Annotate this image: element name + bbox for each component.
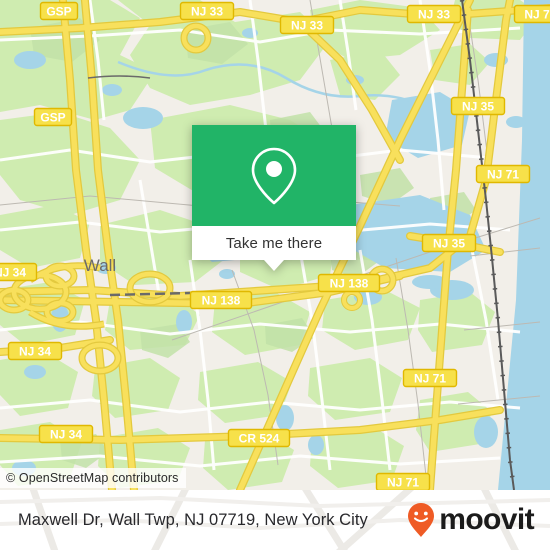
road-shield-label: NJ 35	[462, 100, 494, 114]
road-shield-label: NJ 35	[433, 237, 465, 251]
road-shield: NJ 34	[7, 341, 63, 361]
moovit-brand[interactable]: moovit	[406, 490, 535, 550]
road-shield: NJ 7	[513, 4, 550, 24]
road-shield: NJ 34	[38, 424, 94, 444]
road-shield-label: NJ 33	[191, 5, 223, 19]
footer-bar: Maxwell Dr, Wall Twp, NJ 07719, New York…	[0, 490, 550, 550]
place-label: Wall	[84, 256, 116, 275]
map-pin-icon	[251, 147, 297, 204]
moovit-wordmark: moovit	[439, 503, 534, 536]
road-shield: NJ 33	[179, 1, 235, 21]
road-shield: NJ 71	[375, 472, 431, 490]
map-attribution[interactable]: © OpenStreetMap contributors	[0, 468, 186, 488]
road-shield-label: NJ 33	[418, 8, 450, 22]
road-shield: NJ 71	[402, 368, 458, 388]
road-shield: GSP	[33, 107, 73, 127]
address-label: Maxwell Dr, Wall Twp, NJ 07719, New York…	[18, 510, 368, 529]
road-shield: GSP	[39, 1, 79, 21]
road-shield-label: NJ 138	[202, 294, 241, 308]
map-share-card: Wall GSP NJ 33 NJ 33 NJ 33 NJ 7 GSP NJ 35 NJ 71…	[0, 0, 550, 550]
road-shield: NJ 34	[0, 262, 38, 282]
road-shield: NJ 33	[279, 15, 335, 35]
popup-header	[192, 125, 356, 226]
road-shield-label: CR 524	[239, 432, 280, 446]
road-shield-label: NJ 34	[19, 345, 51, 359]
location-popup[interactable]: Take me there	[192, 125, 356, 271]
road-shield: NJ 138	[189, 290, 253, 310]
road-shield-label: NJ 34	[50, 428, 82, 442]
moovit-smiley-pin-icon	[408, 503, 435, 537]
road-shield-label: NJ 7	[524, 8, 550, 22]
map-place-labels: Wall	[84, 256, 116, 275]
road-shield: NJ 71	[475, 164, 531, 184]
road-shield-label: NJ 71	[387, 476, 419, 490]
road-shield-label: GSP	[46, 5, 71, 19]
take-me-there-button[interactable]: Take me there	[192, 226, 356, 260]
road-shield: CR 524	[227, 428, 291, 448]
road-shield: NJ 35	[421, 233, 477, 253]
road-shield-label: NJ 71	[414, 372, 446, 386]
road-shield-label: GSP	[40, 111, 65, 125]
popup-tail	[264, 260, 284, 271]
road-shield: NJ 33	[406, 4, 462, 24]
road-shield-label: NJ 138	[330, 277, 369, 291]
road-shield-label: NJ 33	[291, 19, 323, 33]
road-shield-label: NJ 71	[487, 168, 519, 182]
road-shield: NJ 138	[317, 273, 381, 293]
road-shield: NJ 35	[450, 96, 506, 116]
road-shield-label: NJ 34	[0, 266, 26, 280]
